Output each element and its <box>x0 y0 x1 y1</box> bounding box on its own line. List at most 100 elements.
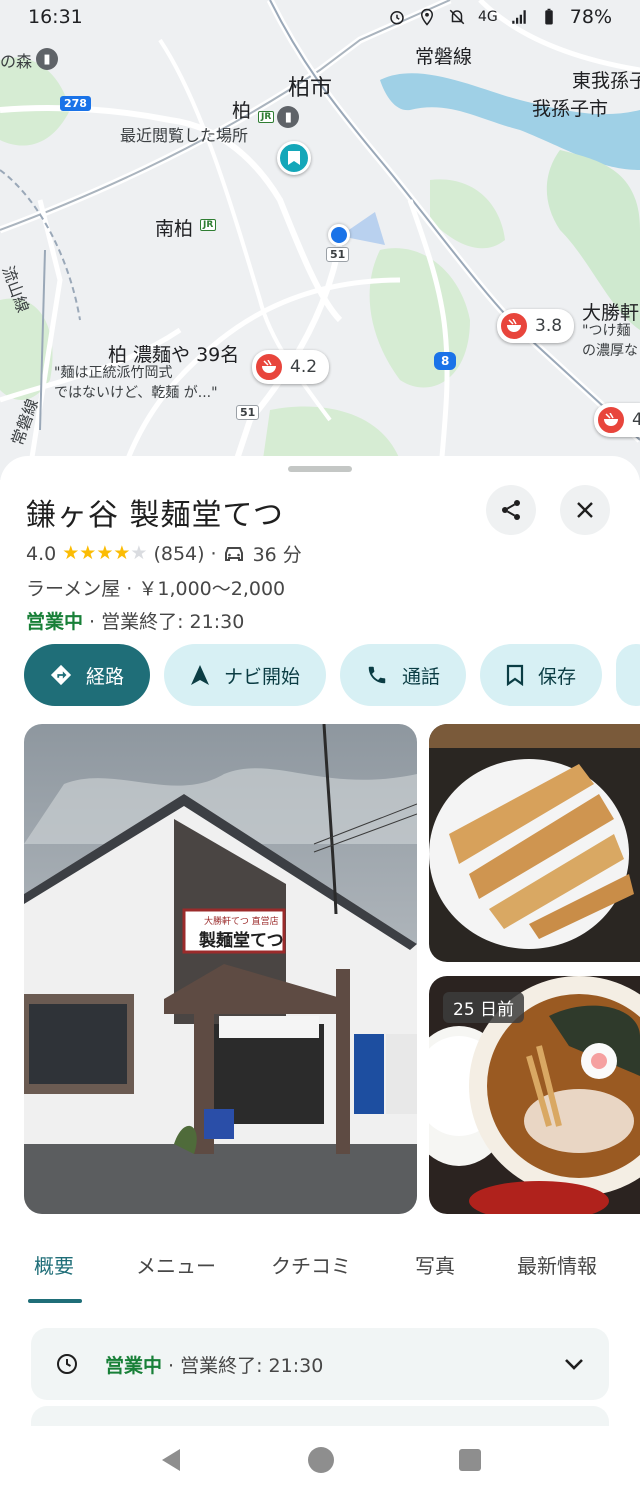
separator: · <box>210 542 217 565</box>
hours-close-time: · 営業終了: 21:30 <box>168 1354 324 1377</box>
directions-button[interactable]: 経路 <box>24 644 151 706</box>
star-filled-icon: ★ <box>79 542 97 564</box>
bookmark-icon <box>288 151 300 165</box>
category-price: ラーメン屋 · ￥1,000～2,000 <box>26 578 286 600</box>
hours-text: 営業中 · 営業終了: 21:30 <box>105 1351 563 1378</box>
rating-value: 4.0 <box>26 542 57 565</box>
map-label-kashiwa-city: 柏市 <box>288 76 333 101</box>
alarm-icon <box>390 11 404 25</box>
map-label-taishoken: 大勝軒 <box>582 302 640 324</box>
open-status: 営業中 <box>26 611 84 633</box>
map-snippet-noumen-2: ではないけど、乾麺 が..." <box>54 385 218 401</box>
place-tabs: 概要 メニュー クチコミ 写真 最新情報 <box>0 1246 640 1302</box>
bookmark-icon <box>506 664 524 686</box>
call-button[interactable]: 通話 <box>340 644 467 706</box>
directions-icon <box>50 664 72 686</box>
restaurant-pin-4-2[interactable]: 4.2 <box>252 350 330 384</box>
storefront-image: 大勝軒てつ 直営店 製麺堂てつ <box>24 724 417 1214</box>
clock-icon <box>57 1354 77 1374</box>
next-card-peek <box>31 1406 609 1426</box>
photo-menma[interactable] <box>429 724 640 962</box>
star-filled-icon: ★ <box>96 542 114 564</box>
pin-rating: 4.2 <box>290 357 318 377</box>
ramen-icon <box>499 311 529 341</box>
tab-updates[interactable]: 最新情報 <box>517 1250 597 1279</box>
kashiwa-station-marker[interactable]: JR ▮ <box>258 106 300 128</box>
phone-icon <box>368 666 386 684</box>
route-278-shield: 278 <box>60 96 91 111</box>
navigate-label: ナビ開始 <box>224 665 301 688</box>
home-nav-icon[interactable] <box>307 1446 335 1474</box>
restaurant-pin-4[interactable]: 4 <box>594 403 640 437</box>
navigation-arrow-icon <box>191 665 210 685</box>
location-status-icon <box>420 8 434 26</box>
jr-icon: JR <box>200 219 217 231</box>
ramen-icon <box>596 405 626 435</box>
place-title: 鎌ヶ谷 製麺堂てつ <box>26 498 284 533</box>
signal-icon <box>512 10 526 24</box>
star-filled-icon: ★ <box>62 542 80 564</box>
map-label-minami-kashiwa: 南柏 <box>155 218 194 240</box>
route-51-shield: 51 <box>326 247 350 262</box>
hours-card[interactable]: 営業中 · 営業終了: 21:30 <box>31 1328 609 1400</box>
pin-rating: 3.8 <box>535 316 563 336</box>
map-view[interactable]: 16:31 4G 78% の森 ▮ 柏市 柏 JR ▮ 最近閲覧した場所 南柏 … <box>0 0 640 480</box>
more-actions-chip[interactable] <box>616 644 640 706</box>
map-label-abiko-city: 我孫子市 <box>532 98 609 120</box>
photo-storefront[interactable]: 大勝軒てつ 直営店 製麺堂てつ <box>24 724 417 1214</box>
map-label-mori: の森 <box>0 52 33 71</box>
ramen-icon <box>254 352 284 382</box>
call-label: 通話 <box>402 665 441 688</box>
recents-nav-icon[interactable] <box>458 1448 482 1472</box>
map-snippet-noumen-1: "麺は正統派竹岡式 <box>54 365 173 381</box>
saved-place-pin[interactable] <box>277 141 311 175</box>
station-marker: ▮ <box>36 48 58 70</box>
map-label-noumen: 柏 濃麺や 39名 <box>108 344 240 366</box>
route-8-shield: 8 <box>434 352 457 370</box>
photo-ramen[interactable]: 25 日前 <box>429 976 640 1214</box>
battery-icon <box>545 8 553 25</box>
map-label-joban-line: 常磐線 <box>415 46 473 68</box>
battery-level: 78% <box>569 6 612 28</box>
star-empty-icon: ★ <box>130 542 148 564</box>
star-filled-icon: ★ <box>113 542 131 564</box>
status-icons: 4G 78% <box>388 6 612 28</box>
jr-icon: JR <box>258 111 275 123</box>
pin-rating: 4 <box>632 410 640 430</box>
hours-open-status: 営業中 <box>105 1354 163 1377</box>
tab-photos[interactable]: 写真 <box>415 1250 455 1279</box>
app-root: 16:31 4G 78% の森 ▮ 柏市 柏 JR ▮ 最近閲覧した場所 南柏 … <box>0 0 640 1494</box>
tab-overview[interactable]: 概要 <box>34 1250 74 1279</box>
review-count: (854) <box>153 542 205 565</box>
back-nav-icon[interactable] <box>158 1447 184 1473</box>
mute-icon <box>449 9 465 25</box>
rating-row[interactable]: 4.0 ★ ★ ★ ★ ★ (854) · 36 分 <box>26 540 302 567</box>
map-snippet-taishoken-2: の濃厚な <box>582 343 638 359</box>
chevron-down-icon[interactable] <box>563 1357 585 1371</box>
place-sheet: 鎌ヶ谷 製麺堂てつ 4.0 ★ ★ ★ ★ ★ (854) · 36 分 ラーメン屋 ·… <box>0 456 640 1494</box>
save-button[interactable]: 保存 <box>480 644 603 706</box>
close-icon <box>577 502 593 518</box>
close-button[interactable] <box>560 485 610 535</box>
sign-text: 製麺堂てつ <box>198 930 284 951</box>
share-button[interactable] <box>486 485 536 535</box>
sign-small-text: 大勝軒てつ 直営店 <box>204 915 279 927</box>
route-51-shield-south: 51 <box>236 405 260 420</box>
restaurant-pin-3-8[interactable]: 3.8 <box>497 309 575 343</box>
network-type: 4G <box>478 9 498 25</box>
map-label-higashi-abiko: 東我孫子 <box>572 70 640 92</box>
navigate-button[interactable]: ナビ開始 <box>164 644 327 706</box>
tab-menu[interactable]: メニュー <box>136 1250 216 1279</box>
drive-time: 36 分 <box>252 544 302 566</box>
map-snippet-taishoken-1: "つけ麺 <box>582 323 631 339</box>
status-time: 16:31 <box>28 6 83 28</box>
train-icon: ▮ <box>277 106 300 128</box>
map-label-recent: 最近閲覧した場所 <box>120 126 249 145</box>
share-icon <box>502 500 520 520</box>
rating-stars: ★ ★ ★ ★ ★ <box>62 544 147 563</box>
minami-kashiwa-station-marker[interactable]: JR <box>200 214 217 236</box>
sheet-drag-handle[interactable] <box>288 466 352 472</box>
save-label: 保存 <box>538 665 577 688</box>
tab-reviews[interactable]: クチコミ <box>271 1250 351 1279</box>
active-tab-indicator <box>28 1299 82 1303</box>
